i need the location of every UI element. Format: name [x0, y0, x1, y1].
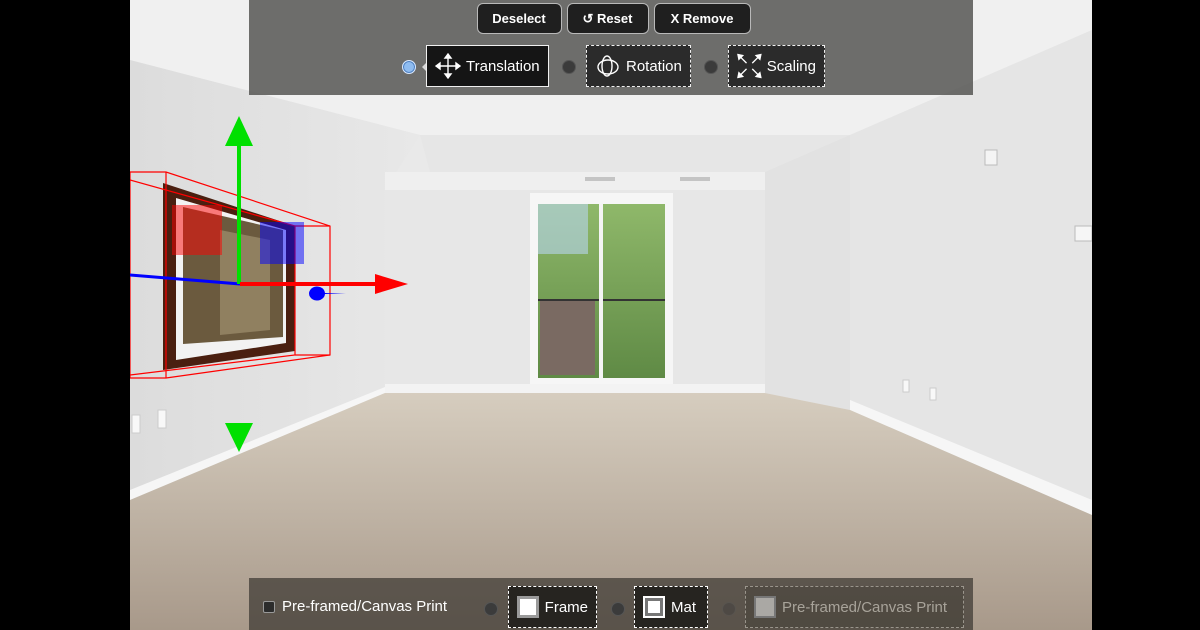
canvas-thumbnail-icon — [754, 596, 776, 618]
x-axis-arrow-icon[interactable] — [375, 274, 408, 294]
mode-translation-label: Translation — [466, 57, 540, 75]
frame-thumbnail-icon — [517, 596, 539, 618]
frame-radio[interactable] — [484, 602, 498, 616]
y-axis-arrow-up-icon[interactable] — [225, 116, 253, 146]
xy-plane-handle[interactable] — [172, 205, 222, 255]
mat-thumbnail-icon — [643, 596, 665, 618]
canvas-option-button[interactable]: Pre-framed/Canvas Print — [745, 586, 964, 628]
remove-button[interactable]: X Remove — [653, 3, 751, 34]
mode-scaling-label: Scaling — [766, 57, 816, 75]
rotate-orbit-icon — [597, 55, 619, 77]
framing-options-bar: Pre-framed/Canvas Print Frame Mat Pre-fr… — [249, 578, 973, 630]
mode-translation-button[interactable]: Translation — [426, 45, 549, 87]
move-arrows-icon — [435, 53, 461, 79]
mat-radio[interactable] — [611, 602, 625, 616]
translation-radio[interactable] — [402, 60, 416, 74]
frame-option-button[interactable]: Frame — [508, 586, 597, 628]
scale-arrows-icon — [737, 53, 762, 79]
y-axis-arrow-down-icon[interactable] — [225, 423, 253, 452]
rotation-radio[interactable] — [562, 60, 576, 74]
preframed-checkbox-label: Pre-framed/Canvas Print — [282, 598, 448, 615]
reset-button[interactable]: ↺ Reset — [566, 3, 649, 34]
mode-rotation-label: Rotation — [626, 57, 682, 75]
mode-scaling-button[interactable]: Scaling — [728, 45, 825, 87]
preframed-checkbox[interactable] — [263, 601, 275, 613]
mat-option-button[interactable]: Mat — [634, 586, 708, 628]
scaling-radio[interactable] — [704, 60, 718, 74]
frame-option-label: Frame — [544, 598, 588, 616]
mode-rotation-button[interactable]: Rotation — [586, 45, 691, 87]
deselect-button[interactable]: Deselect — [476, 3, 562, 34]
mat-option-label: Mat — [671, 598, 697, 616]
canvas-option-label: Pre-framed/Canvas Print — [782, 598, 948, 616]
yz-plane-handle[interactable] — [260, 222, 304, 264]
z-axis-handle-icon[interactable] — [309, 286, 346, 301]
canvas-radio[interactable] — [722, 602, 736, 616]
